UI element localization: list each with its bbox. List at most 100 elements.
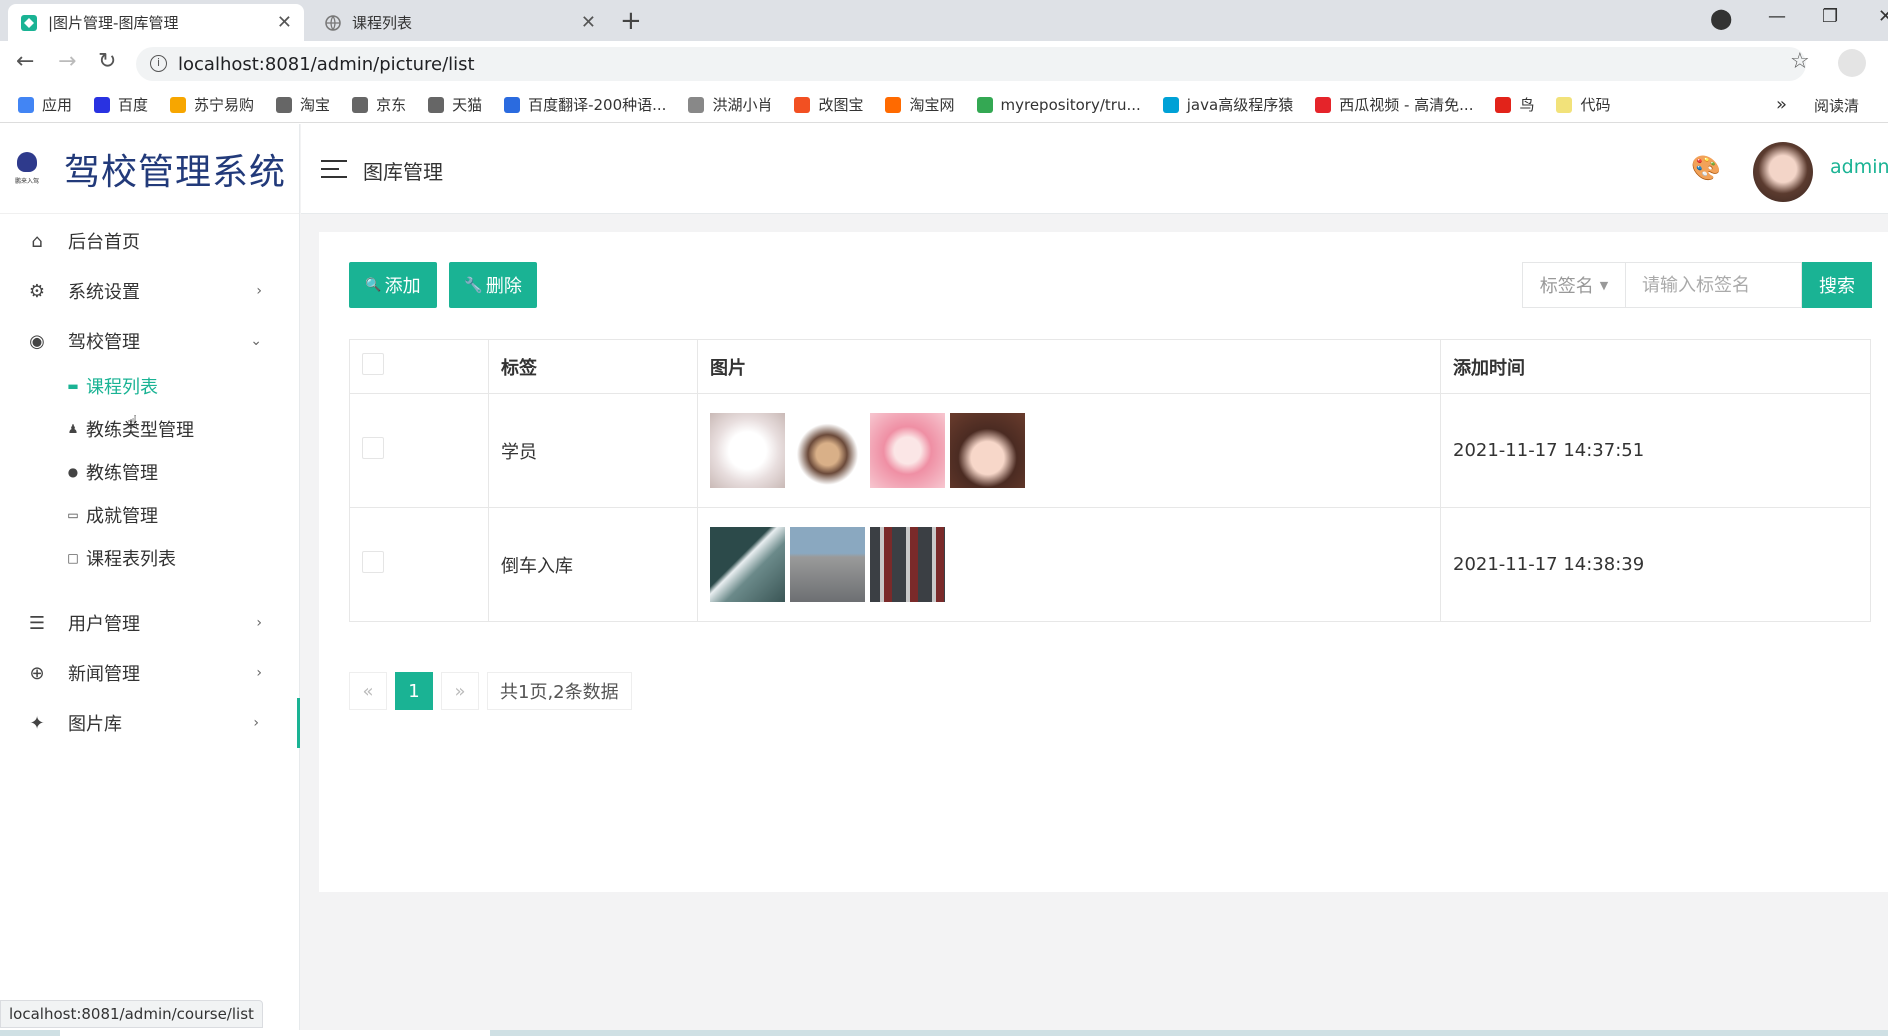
bookmarks-overflow-button[interactable]: » bbox=[1776, 94, 1787, 115]
sidebar-subitem-label: 课程列表 bbox=[86, 377, 158, 398]
window-close-icon[interactable]: ✕ bbox=[1878, 6, 1888, 27]
bookmark-label: java高级程序猿 bbox=[1186, 96, 1294, 114]
tag-select[interactable]: 标签名 ▼ bbox=[1522, 262, 1626, 308]
sidebar-item-home[interactable]: ⌂ 后台首页 bbox=[0, 216, 300, 266]
tab-picture-management[interactable]: |图片管理-图库管理 ✕ bbox=[8, 4, 304, 41]
thumbnail-image[interactable] bbox=[950, 413, 1025, 488]
site-info-icon[interactable]: i bbox=[150, 55, 167, 72]
row-checkbox[interactable] bbox=[362, 437, 384, 459]
search-button[interactable]: 搜索 bbox=[1802, 262, 1872, 308]
username[interactable]: admin bbox=[1830, 156, 1888, 178]
bookmark-item[interactable]: 西瓜视频 - 高清免... bbox=[1315, 94, 1473, 115]
browser-toolbar: ← → ↻ i localhost:8081/admin/picture/lis… bbox=[0, 41, 1888, 87]
bookmark-icon bbox=[428, 96, 445, 113]
globe-favicon-icon bbox=[324, 14, 342, 32]
bookmark-icon bbox=[170, 96, 187, 113]
window-icon: □ bbox=[67, 551, 79, 565]
bookmark-icon bbox=[1556, 96, 1573, 113]
chevron-right-icon: › bbox=[256, 615, 262, 631]
next-page-button[interactable]: » bbox=[441, 672, 479, 710]
profile-dropdown-icon[interactable]: ⬤ bbox=[1710, 6, 1732, 30]
profile-avatar-icon[interactable] bbox=[1838, 49, 1866, 77]
thumbnail-image[interactable] bbox=[870, 527, 945, 602]
horizontal-scrollbar[interactable] bbox=[0, 1030, 1888, 1036]
reading-list-button[interactable]: 阅读清 bbox=[1814, 95, 1859, 116]
home-icon: ⌂ bbox=[31, 230, 43, 252]
bookmark-icon bbox=[688, 96, 705, 113]
status-bar-url: localhost:8081/admin/course/list bbox=[0, 1000, 263, 1028]
bookmark-item[interactable]: 鸟 bbox=[1495, 94, 1534, 115]
bookmark-item[interactable]: 洪湖小肖 bbox=[688, 94, 772, 115]
col-header: 标签 bbox=[488, 339, 698, 394]
sidebar-subitem-schedule[interactable]: □ 课程表列表 bbox=[66, 542, 176, 574]
bookmark-item[interactable]: 改图宝 bbox=[794, 94, 863, 115]
wrench-icon: 🔧 bbox=[464, 276, 483, 294]
bookmark-label: 百度 bbox=[118, 96, 149, 114]
palette-icon[interactable]: 🎨 bbox=[1691, 154, 1721, 182]
reload-icon[interactable]: ↻ bbox=[98, 49, 116, 74]
thumbnail-image[interactable] bbox=[710, 413, 785, 488]
select-all-checkbox[interactable] bbox=[362, 353, 384, 375]
thumbnail-image[interactable] bbox=[790, 527, 865, 602]
sidebar-item-label: 后台首页 bbox=[68, 232, 140, 253]
back-arrow-icon[interactable]: ← bbox=[16, 49, 34, 74]
add-button[interactable]: 🔍 添加 bbox=[349, 262, 437, 308]
bookmark-item[interactable]: 百度 bbox=[94, 94, 148, 115]
tab-course-list[interactable]: 课程列表 ✕ bbox=[312, 4, 608, 41]
thumbnail-image[interactable] bbox=[870, 413, 945, 488]
chevron-right-icon: › bbox=[253, 715, 259, 731]
bookmark-item[interactable]: 淘宝网 bbox=[885, 94, 955, 115]
bookmark-label: 京东 bbox=[376, 96, 407, 114]
delete-button[interactable]: 🔧 删除 bbox=[449, 262, 537, 308]
bookmark-item[interactable]: 苏宁易购 bbox=[170, 94, 254, 115]
thumbnail-image[interactable] bbox=[710, 527, 785, 602]
bookmark-item[interactable]: 天猫 bbox=[428, 94, 482, 115]
bookmark-item[interactable]: 百度翻译-200种语... bbox=[504, 94, 666, 115]
page-1-button[interactable]: 1 bbox=[395, 672, 433, 710]
app-title: 驾校管理系统 bbox=[64, 151, 287, 193]
row-checkbox[interactable] bbox=[362, 551, 384, 573]
prev-page-button[interactable]: « bbox=[349, 672, 387, 710]
brand: 鹏来入驾 驾校管理系统 bbox=[0, 124, 299, 214]
forward-arrow-icon[interactable]: → bbox=[58, 49, 76, 74]
tab-close-icon[interactable]: ✕ bbox=[277, 12, 292, 33]
restore-icon[interactable]: ❐ bbox=[1822, 6, 1838, 27]
tab-title: 课程列表 bbox=[352, 14, 413, 32]
hand-cursor-icon: ☝ bbox=[127, 412, 138, 433]
bookmark-icon bbox=[504, 96, 521, 113]
bookmark-item[interactable]: java高级程序猿 bbox=[1162, 94, 1294, 115]
sidebar-item-user-management[interactable]: ☰ 用户管理 › bbox=[0, 598, 300, 648]
avatar[interactable] bbox=[1753, 142, 1813, 202]
bookmark-icon bbox=[794, 96, 811, 113]
table-row: 学员 2021-11-17 14:37:51 bbox=[349, 393, 1871, 508]
bookmark-icon bbox=[1315, 96, 1332, 113]
thumbnail-image[interactable] bbox=[790, 413, 865, 488]
minimize-icon[interactable]: — bbox=[1768, 6, 1786, 27]
sidebar-item-label: 用户管理 bbox=[68, 614, 140, 635]
tab-close-icon[interactable]: ✕ bbox=[581, 12, 596, 33]
gear-icon: ⚙ bbox=[28, 280, 46, 302]
bookmark-item[interactable]: 京东 bbox=[352, 94, 406, 115]
sidebar-item-picture-library[interactable]: ✦ 图片库 › bbox=[0, 698, 300, 748]
sidebar-item-news-management[interactable]: ⊕ 新闻管理 › bbox=[0, 648, 300, 698]
sidebar-subitem-label: 教练管理 bbox=[86, 463, 158, 484]
images-cell bbox=[697, 507, 1441, 622]
address-bar[interactable]: i localhost:8081/admin/picture/list bbox=[136, 47, 1806, 81]
bookmark-item[interactable]: 代码 bbox=[1556, 94, 1611, 115]
person-icon: ♟ bbox=[67, 422, 79, 436]
bookmark-star-icon[interactable]: ☆ bbox=[1790, 49, 1810, 74]
search-input[interactable] bbox=[1626, 262, 1802, 308]
steering-wheel-icon: ◉ bbox=[29, 330, 45, 352]
sidebar-item-system-settings[interactable]: ⚙ 系统设置 › bbox=[0, 266, 300, 316]
bookmark-item[interactable]: 应用 bbox=[18, 94, 72, 115]
sidebar-subitem-coach[interactable]: ● 教练管理 bbox=[66, 456, 158, 488]
hamburger-menu-icon[interactable] bbox=[321, 160, 347, 178]
picture-table: 标签 图片 添加时间 学员 2021-11-17 14:37:51 倒车入库 2… bbox=[349, 339, 1871, 622]
bookmark-item[interactable]: 淘宝 bbox=[276, 94, 330, 115]
bookmark-icon bbox=[1162, 96, 1179, 113]
new-tab-plus-icon[interactable]: + bbox=[620, 6, 642, 36]
bookmark-item[interactable]: myrepository/tru... bbox=[976, 96, 1141, 114]
sidebar-subitem-course-list[interactable]: ▬ 课程列表 bbox=[66, 370, 158, 402]
sidebar-item-school-management[interactable]: ◉ 驾校管理 ⌄ bbox=[0, 316, 300, 366]
sidebar-subitem-achievement[interactable]: ▭ 成就管理 bbox=[66, 499, 158, 531]
